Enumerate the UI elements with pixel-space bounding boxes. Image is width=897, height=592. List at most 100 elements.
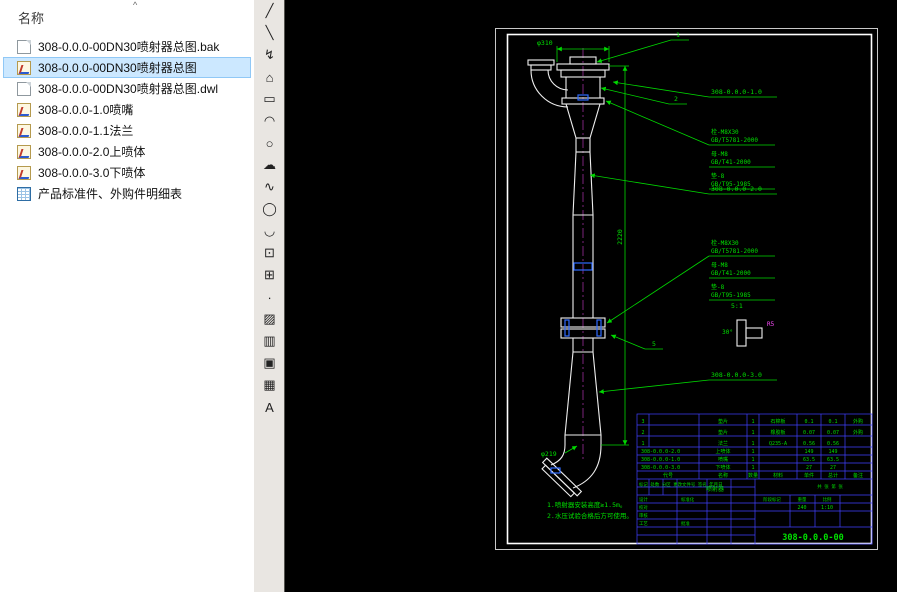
line-icon: ╱: [266, 3, 274, 19]
tool-polyline[interactable]: ↯: [254, 44, 285, 66]
svg-text:27: 27: [806, 465, 812, 471]
file-row[interactable]: 308-0.0.0-1.0喷嘴: [3, 99, 251, 120]
insert-block-icon: ⊡: [264, 245, 275, 261]
file-row[interactable]: 308-0.0.0-1.1法兰: [3, 120, 251, 141]
dim-outlet-diameter: φ219: [541, 450, 557, 458]
svg-text:0.07: 0.07: [803, 430, 815, 436]
polygon-icon: ⌂: [266, 70, 274, 85]
arc-icon: ◠: [264, 113, 275, 129]
tool-polygon[interactable]: ⌂: [254, 66, 285, 88]
tool-hatch[interactable]: ▨: [254, 308, 285, 330]
name-column-header[interactable]: 名称: [18, 8, 44, 27]
svg-text:法兰: 法兰: [718, 440, 728, 447]
file-name: 308-0.0.0-00DN30喷射器总图.dwl: [38, 80, 218, 97]
detail-radius-dim: R5: [767, 321, 775, 328]
file-row[interactable]: 308-0.0.0-00DN30喷射器总图.bak: [3, 36, 251, 57]
svg-text:2: 2: [641, 430, 644, 436]
part-label-nozzle: 308-0.0.0-1.0: [711, 88, 762, 96]
svg-text:0.56: 0.56: [827, 441, 839, 447]
svg-text:1: 1: [751, 419, 754, 425]
svg-text:垫片: 垫片: [718, 418, 728, 425]
svg-text:审核: 审核: [639, 512, 648, 519]
svg-text:数量: 数量: [748, 472, 758, 479]
svg-text:1: 1: [751, 457, 754, 463]
gradient-icon: ▥: [263, 333, 275, 349]
file-name: 308-0.0.0-00DN30喷射器总图.bak: [38, 38, 219, 55]
balloon-2: 2: [674, 95, 678, 103]
tool-revision-cloud[interactable]: ☁: [254, 154, 285, 176]
tool-mtext[interactable]: A: [254, 396, 285, 418]
svg-text:Q235-A: Q235-A: [769, 441, 787, 447]
part-label-lower-body: 308-0.0.0-3.0: [711, 371, 762, 379]
file-name: 308-0.0.0-00DN30喷射器总图: [38, 59, 197, 76]
balloon-5: 5: [652, 340, 656, 348]
dimension-and-leader-lines: [557, 40, 777, 453]
balloon-1: 1: [676, 31, 680, 39]
file-name: 产品标准件、外购件明细表: [38, 185, 182, 202]
sheet-info: 共 张 第 张: [817, 483, 843, 490]
svg-text:63.5: 63.5: [827, 457, 839, 463]
file-row[interactable]: 产品标准件、外购件明细表: [3, 183, 251, 204]
dim-overall-height: 2220: [616, 229, 624, 245]
tool-point[interactable]: ∙: [254, 286, 285, 308]
tool-region[interactable]: ▣: [254, 352, 285, 374]
spreadsheet-file-icon: [17, 187, 31, 201]
svg-text:3: 3: [641, 419, 644, 425]
svg-text:总计: 总计: [828, 472, 838, 479]
fastener-washer-standard-2: GB/T95-1985: [711, 292, 751, 299]
svg-text:308-0.0.0-2.0: 308-0.0.0-2.0: [641, 449, 680, 455]
svg-text:1: 1: [751, 465, 754, 471]
svg-text:设计: 设计: [639, 496, 648, 503]
point-icon: ∙: [268, 290, 272, 305]
part-label-upper-body: 308-0.0.0-2.0: [711, 185, 762, 193]
file-row-selected[interactable]: 308-0.0.0-00DN30喷射器总图: [3, 57, 251, 78]
file-row[interactable]: 308-0.0.0-3.0下喷体: [3, 162, 251, 183]
svg-text:外购: 外购: [853, 418, 863, 425]
tool-insert-block[interactable]: ⊡: [254, 242, 285, 264]
tool-make-block[interactable]: ⊞: [254, 264, 285, 286]
product-name: 喷射器: [706, 485, 724, 493]
tool-rectangle[interactable]: ▭: [254, 88, 285, 110]
tool-ellipse-arc[interactable]: ◡: [254, 220, 285, 242]
polyline-icon: ↯: [264, 47, 275, 63]
tool-spline[interactable]: ∿: [254, 176, 285, 198]
tool-circle[interactable]: ○: [254, 132, 285, 154]
sort-ascending-icon: ^: [133, 0, 137, 10]
svg-text:重量: 重量: [798, 496, 807, 503]
rectangle-icon: ▭: [263, 91, 275, 107]
hatch-icon: ▨: [263, 311, 275, 327]
file-row[interactable]: 308-0.0.0-00DN30喷射器总图.dwl: [3, 78, 251, 99]
dwl-file-icon: [17, 82, 31, 96]
tool-table[interactable]: ▦: [254, 374, 285, 396]
svg-text:阶段标记: 阶段标记: [763, 496, 781, 503]
cad-drawing-area[interactable]: φ310 2220 1 2 308-0.0.0-1.0 栓-M8X30 GB/T…: [285, 0, 897, 592]
ejector-assembly-drawing[interactable]: φ310 2220 1 2 308-0.0.0-1.0 栓-M8X30 GB/T…: [285, 0, 897, 592]
tool-gradient[interactable]: ▥: [254, 330, 285, 352]
file-list-header: ^ 名称: [0, 0, 254, 30]
file-name: 308-0.0.0-3.0下喷体: [38, 164, 145, 181]
tool-construction-line[interactable]: ╲: [254, 22, 285, 44]
svg-text:上喷体: 上喷体: [715, 448, 730, 455]
svg-text:比例: 比例: [823, 496, 832, 503]
svg-text:外购: 外购: [853, 429, 863, 436]
dwg-file-icon: [17, 61, 31, 75]
svg-text:标准化: 标准化: [681, 496, 695, 503]
tool-ellipse[interactable]: ◯: [254, 198, 285, 220]
svg-text:1: 1: [751, 441, 754, 447]
circle-icon: ○: [266, 136, 274, 151]
ellipse-icon: ◯: [262, 201, 277, 217]
title-block-text: 标记 处数 分区 更改文件号 签名 年月日 设计 校对 审核 工艺 标准化 批准…: [639, 481, 844, 543]
svg-text:0.1: 0.1: [828, 419, 837, 425]
tool-line[interactable]: ╱: [254, 0, 285, 22]
fastener-bolt-2: 栓-M8X30: [711, 239, 739, 247]
dwg-file-icon: [17, 103, 31, 117]
svg-text:石棉板: 石棉板: [770, 418, 785, 425]
svg-text:149: 149: [804, 449, 813, 455]
svg-text:工艺: 工艺: [639, 521, 648, 527]
file-row[interactable]: 308-0.0.0-2.0上喷体: [3, 141, 251, 162]
svg-text:备注: 备注: [853, 472, 863, 479]
fastener-washer: 垫-8: [711, 172, 725, 180]
tool-arc[interactable]: ◠: [254, 110, 285, 132]
dwg-file-icon: [17, 145, 31, 159]
svg-text:1: 1: [751, 430, 754, 436]
